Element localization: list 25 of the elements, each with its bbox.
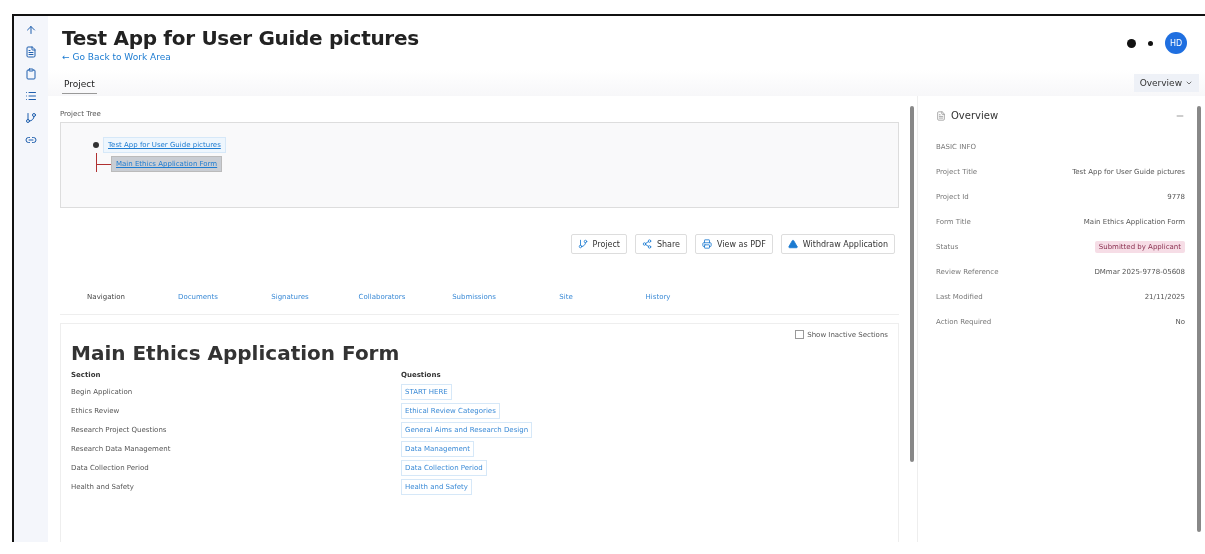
list-icon[interactable] bbox=[25, 90, 37, 102]
printer-icon bbox=[702, 239, 713, 249]
scrollbar[interactable] bbox=[1197, 106, 1201, 532]
overview-toggle[interactable]: Overview bbox=[1133, 74, 1199, 92]
share-icon bbox=[641, 239, 652, 249]
warning-icon bbox=[787, 239, 798, 249]
document-icon[interactable] bbox=[25, 46, 37, 58]
form-title: Main Ethics Application Form bbox=[71, 341, 401, 365]
document-icon bbox=[936, 110, 946, 121]
chevron-down-icon bbox=[1185, 79, 1193, 87]
action-button[interactable]: Project bbox=[570, 234, 627, 254]
clipboard-icon[interactable] bbox=[25, 68, 37, 80]
action-button[interactable]: Withdraw Application bbox=[780, 234, 895, 254]
page-title: Test App for User Guide pictures bbox=[62, 26, 419, 50]
scrollbar[interactable] bbox=[910, 106, 914, 462]
back-link[interactable]: ← Go Back to Work Area bbox=[62, 52, 419, 62]
branch-icon[interactable] bbox=[25, 112, 37, 124]
action-button[interactable]: Share bbox=[634, 234, 688, 254]
panel-title: Overview bbox=[951, 110, 999, 121]
user-avatar[interactable]: HD bbox=[1165, 32, 1187, 54]
hierarchy-icon bbox=[577, 239, 588, 249]
action-button[interactable]: View as PDF bbox=[695, 234, 773, 254]
node-bullet-icon bbox=[93, 142, 99, 148]
link-icon[interactable] bbox=[25, 134, 37, 146]
project-tab[interactable]: Project bbox=[62, 75, 97, 94]
